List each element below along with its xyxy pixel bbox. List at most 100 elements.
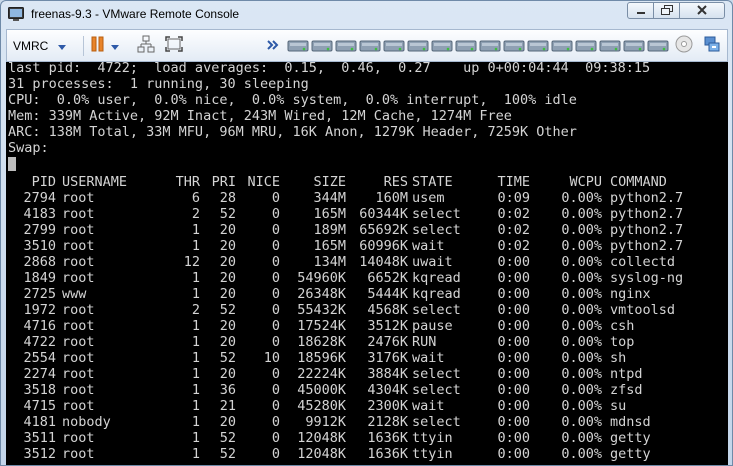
table-row-username: root	[62, 446, 95, 462]
table-row-username: www	[62, 286, 87, 302]
table-row-pri: 52	[219, 350, 236, 366]
disk-drive-icon[interactable]	[407, 38, 429, 54]
table-row-state: select	[412, 222, 461, 238]
disk-drive-icon[interactable]	[335, 38, 357, 54]
fullscreen-button[interactable]	[165, 35, 183, 56]
cd-drive-button[interactable]	[675, 35, 693, 56]
send-ctrl-alt-del-button[interactable]	[137, 35, 155, 58]
table-row-res: 2128K	[367, 414, 408, 430]
table-row-time: 0:09	[497, 190, 530, 206]
vmware-app-icon	[8, 7, 24, 22]
network-icon	[137, 35, 155, 58]
pause-button[interactable]	[91, 36, 119, 56]
table-row-thr: 1	[191, 398, 200, 414]
table-row-username: root	[62, 190, 95, 206]
table-row-thr: 1	[191, 382, 200, 398]
table-row-command: python2.7	[610, 222, 684, 238]
disk-drive-icon[interactable]	[431, 38, 453, 54]
vmrc-menu-button[interactable]: VMRC	[13, 36, 67, 56]
table-row-pri: 20	[219, 286, 236, 302]
disk-drive-icon[interactable]	[551, 38, 573, 54]
table-row-wcpu: 0.00%	[561, 318, 602, 334]
table-row: 2274 root 1 20 0 22224K 3884K select 0:00 0.00% nt…	[6, 366, 728, 382]
table-row-nice: 0	[271, 190, 280, 206]
table-header-pid: PID	[31, 174, 56, 190]
table-row-nice: 0	[271, 430, 280, 446]
table-row-pid: 2868	[23, 254, 56, 270]
window-title: freenas-9.3 - VMware Remote Console	[31, 7, 240, 21]
disk-drive-icon[interactable]	[503, 38, 525, 54]
disk-drive-icon[interactable]	[383, 38, 405, 54]
maximize-button[interactable]	[653, 2, 680, 19]
table-row: 1849 root 1 20 0 54960K 6652K kqread 0:00 0.00% sy…	[6, 270, 728, 286]
table-row-size: 165M	[313, 206, 346, 222]
text-cursor	[8, 157, 16, 171]
table-row-res: 4304K	[367, 382, 408, 398]
table-row-pri: 20	[219, 254, 236, 270]
table-row-username: root	[62, 318, 95, 334]
table-row: 4181 nobody 1 20 0 9912K 2128K select 0:00 0.00% m…	[6, 414, 728, 430]
disk-drive-icon[interactable]	[287, 38, 309, 54]
table-row-pid: 2725	[23, 286, 56, 302]
table-row-command: getty	[610, 430, 651, 446]
disk-drive-icon[interactable]	[479, 38, 501, 54]
disk-drive-icon[interactable]	[575, 38, 597, 54]
minimize-icon	[636, 2, 646, 20]
disk-drive-icon[interactable]	[455, 38, 477, 54]
table-row-wcpu: 0.00%	[561, 398, 602, 414]
table-row-res: 3512K	[367, 318, 408, 334]
disk-drive-icon[interactable]	[359, 38, 381, 54]
table-row-thr: 1	[191, 430, 200, 446]
network-adapter-icon	[703, 35, 721, 58]
removable-devices	[287, 38, 671, 54]
close-button[interactable]	[679, 2, 725, 19]
disk-drive-icon[interactable]	[599, 38, 621, 54]
table-row-state: select	[412, 366, 461, 382]
table-row: 2868 root 12 20 0 134M 14048K uwait 0:00 0.00% col…	[6, 254, 728, 270]
table-row-wcpu: 0.00%	[561, 190, 602, 206]
table-row-pid: 4183	[23, 206, 56, 222]
table-header-state: STATE	[412, 174, 453, 190]
table-row-wcpu: 0.00%	[561, 206, 602, 222]
table-row-size: 45000K	[297, 382, 346, 398]
table-row-username: root	[62, 366, 95, 382]
table-row-command: python2.7	[610, 238, 684, 254]
table-row-size: 18628K	[297, 334, 346, 350]
table-row-wcpu: 0.00%	[561, 382, 602, 398]
table-row-size: 134M	[313, 254, 346, 270]
table-row-state: kqread	[412, 270, 461, 286]
table-row-username: nobody	[62, 414, 111, 430]
table-row-command: python2.7	[610, 206, 684, 222]
table-row-time: 0:00	[497, 254, 530, 270]
disk-drive-icon[interactable]	[311, 38, 333, 54]
table-row-time: 0:00	[497, 430, 530, 446]
toolbar: VMRC	[6, 29, 728, 62]
disk-drive-icon[interactable]	[647, 38, 669, 54]
disk-drive-icon[interactable]	[527, 38, 549, 54]
table-row-state: select	[412, 206, 461, 222]
restore-icon	[660, 2, 673, 20]
table-header: PID USERNAME THR PRI NICE SIZE RES STATE TIME WCP…	[6, 174, 728, 190]
more-devices-button[interactable]	[267, 36, 279, 56]
table-row: 2799 root 1 20 0 189M 65692K select 0:02 0.00% pyt…	[6, 222, 728, 238]
table-row-nice: 0	[271, 238, 280, 254]
connect-button[interactable]	[703, 36, 721, 56]
table-row-thr: 2	[191, 206, 200, 222]
table-row-thr: 6	[191, 190, 200, 206]
table-row-res: 65692K	[359, 222, 408, 238]
table-row-time: 0:02	[497, 238, 530, 254]
table-row-command: zfsd	[610, 382, 643, 398]
table-row-state: ttyin	[412, 430, 453, 446]
table-row-nice: 0	[271, 302, 280, 318]
table-header-pri: PRI	[211, 174, 236, 190]
table-row-state: ttyin	[412, 446, 453, 462]
table-row-time: 0:00	[497, 398, 530, 414]
table-row-state: kqread	[412, 286, 461, 302]
table-row-nice: 10	[263, 350, 280, 366]
console-screen[interactable]: last pid: 4722; load averages: 0.15, 0.4…	[6, 62, 728, 465]
minimize-button[interactable]	[627, 2, 654, 19]
disk-drive-icon[interactable]	[623, 38, 645, 54]
title-bar[interactable]: freenas-9.3 - VMware Remote Console	[1, 1, 732, 28]
table-row-wcpu: 0.00%	[561, 446, 602, 462]
table-row-thr: 1	[191, 350, 200, 366]
